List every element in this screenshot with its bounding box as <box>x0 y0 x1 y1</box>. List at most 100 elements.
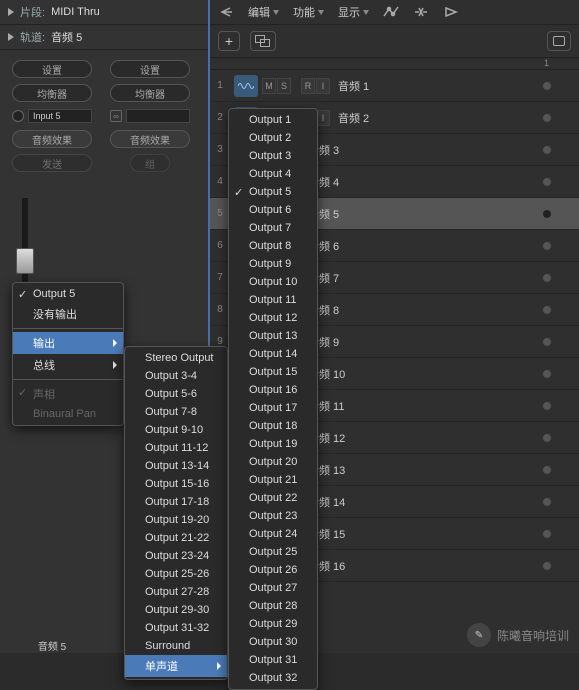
menu-item[interactable]: Output 8 <box>229 237 317 255</box>
edit-menu[interactable]: 编辑 <box>248 4 279 20</box>
settings-button[interactable]: 设置 <box>12 60 92 78</box>
track-name[interactable]: 音频 16 <box>308 558 543 574</box>
menu-item[interactable]: Output 19-20 <box>125 511 227 529</box>
track-name[interactable]: 音频 11 <box>308 398 543 414</box>
menu-item[interactable]: Output 23 <box>229 507 317 525</box>
menu-item[interactable]: Output 26 <box>229 561 317 579</box>
track-name[interactable]: 音频 9 <box>308 334 543 350</box>
menu-item[interactable]: Output 14 <box>229 345 317 363</box>
track-color-dot[interactable] <box>543 82 551 90</box>
menu-item[interactable]: Surround <box>125 637 227 655</box>
menu-item[interactable]: Output 7-8 <box>125 403 227 421</box>
menu-item[interactable]: Output 21 <box>229 471 317 489</box>
output-stereo-submenu[interactable]: Stereo OutputOutput 3-4Output 5-6Output … <box>124 346 228 680</box>
menu-item[interactable]: Stereo Output <box>125 349 227 367</box>
duplicate-track-button[interactable] <box>250 31 276 51</box>
track-type-icon[interactable] <box>234 75 258 97</box>
track-color-dot[interactable] <box>543 498 551 506</box>
track-name[interactable]: 音频 7 <box>308 270 543 286</box>
record-enable-button[interactable]: R <box>301 78 315 94</box>
menu-item[interactable]: Output 17-18 <box>125 493 227 511</box>
track-color-dot[interactable] <box>543 338 551 346</box>
track-color-dot[interactable] <box>543 370 551 378</box>
track-name[interactable]: 音频 3 <box>308 142 543 158</box>
view-menu[interactable]: 显示 <box>338 4 369 20</box>
input-slot[interactable]: Input 5 <box>28 109 92 123</box>
input-monitor-button[interactable]: I <box>316 78 330 94</box>
track-name[interactable]: 音频 4 <box>308 174 543 190</box>
track-name[interactable]: 音频 10 <box>308 366 543 382</box>
track-name[interactable]: 音频 14 <box>308 494 543 510</box>
flex-icon[interactable] <box>413 5 429 19</box>
input-slot[interactable] <box>126 109 190 123</box>
menu-item[interactable]: Output 3-4 <box>125 367 227 385</box>
track-header-row[interactable]: 轨道: 音频 5 <box>0 25 208 50</box>
audiofx-slot[interactable]: 音频效果 <box>12 130 92 148</box>
menu-item[interactable]: Output 31-32 <box>125 619 227 637</box>
menu-item[interactable]: Output 2 <box>229 129 317 147</box>
menu-item[interactable]: Output 22 <box>229 489 317 507</box>
menu-item[interactable]: Output 31 <box>229 651 317 669</box>
menu-item[interactable]: Output 5-6 <box>125 385 227 403</box>
menu-item[interactable]: Output 27-28 <box>125 583 227 601</box>
track-row[interactable]: 1MSRI音频 1 <box>210 70 579 102</box>
menu-item[interactable]: Output 12 <box>229 309 317 327</box>
menu-item[interactable]: Output 20 <box>229 453 317 471</box>
group-slot[interactable]: 组 <box>130 154 170 172</box>
back-arrow-icon[interactable] <box>218 5 234 19</box>
automation-icon[interactable] <box>383 5 399 19</box>
menu-item[interactable]: Output 5 <box>229 183 317 201</box>
stereo-link-icon[interactable]: ∞ <box>110 110 122 122</box>
menu-item-mono-submenu[interactable]: 单声道 <box>125 655 227 677</box>
menu-item[interactable]: Output 11-12 <box>125 439 227 457</box>
catch-icon[interactable] <box>443 5 459 19</box>
functions-menu[interactable]: 功能 <box>293 4 324 20</box>
track-name[interactable]: 音频 13 <box>308 462 543 478</box>
track-name[interactable]: 音频 12 <box>308 430 543 446</box>
track-color-dot[interactable] <box>543 114 551 122</box>
solo-button[interactable]: S <box>277 78 291 94</box>
menu-item[interactable]: Output 9 <box>229 255 317 273</box>
track-color-dot[interactable] <box>543 466 551 474</box>
menu-item[interactable]: Output 4 <box>229 165 317 183</box>
menu-item[interactable]: Output 1 <box>229 111 317 129</box>
menu-item[interactable]: Output 29 <box>229 615 317 633</box>
menu-item[interactable]: Output 13-14 <box>125 457 227 475</box>
menu-item[interactable]: Output 10 <box>229 273 317 291</box>
track-name[interactable]: 音频 15 <box>308 526 543 542</box>
eq-button[interactable]: 均衡器 <box>110 84 190 102</box>
track-color-dot[interactable] <box>543 274 551 282</box>
menu-item-current-output[interactable]: Output 5 <box>13 285 123 303</box>
clip-header-row[interactable]: 片段: MIDI Thru <box>0 0 208 25</box>
menu-item[interactable]: Output 23-24 <box>125 547 227 565</box>
menu-item[interactable]: Output 32 <box>229 669 317 687</box>
menu-item[interactable]: Output 13 <box>229 327 317 345</box>
menu-item[interactable]: Output 15-16 <box>125 475 227 493</box>
fader-thumb[interactable] <box>16 248 34 274</box>
mute-button[interactable]: M <box>262 78 276 94</box>
menu-item[interactable]: Output 29-30 <box>125 601 227 619</box>
track-name[interactable]: 音频 2 <box>338 110 543 126</box>
track-color-dot[interactable] <box>543 178 551 186</box>
output-mono-submenu[interactable]: Output 1Output 2Output 3Output 4Output 5… <box>228 108 318 690</box>
track-color-dot[interactable] <box>543 210 551 218</box>
timeline-ruler[interactable]: 1 <box>210 58 579 70</box>
menu-item[interactable]: Output 6 <box>229 201 317 219</box>
menu-item[interactable]: Output 3 <box>229 147 317 165</box>
menu-item[interactable]: Output 19 <box>229 435 317 453</box>
track-color-dot[interactable] <box>543 242 551 250</box>
menu-item[interactable]: Output 25 <box>229 543 317 561</box>
menu-item[interactable]: Output 11 <box>229 291 317 309</box>
track-name[interactable]: 音频 1 <box>338 78 543 94</box>
add-track-button[interactable]: + <box>218 31 240 51</box>
menu-item-bus-submenu[interactable]: 总线 <box>13 354 123 376</box>
send-slot[interactable]: 发送 <box>12 154 92 172</box>
menu-item[interactable]: Output 30 <box>229 633 317 651</box>
menu-item-output-submenu[interactable]: 输出 <box>13 332 123 354</box>
settings-button[interactable]: 设置 <box>110 60 190 78</box>
menu-item[interactable]: Output 24 <box>229 525 317 543</box>
output-context-menu[interactable]: Output 5 没有输出 输出 总线 声相 Binaural Pan <box>12 282 124 426</box>
menu-item[interactable]: Output 27 <box>229 579 317 597</box>
menu-item[interactable]: Output 25-26 <box>125 565 227 583</box>
menu-item[interactable]: Output 9-10 <box>125 421 227 439</box>
